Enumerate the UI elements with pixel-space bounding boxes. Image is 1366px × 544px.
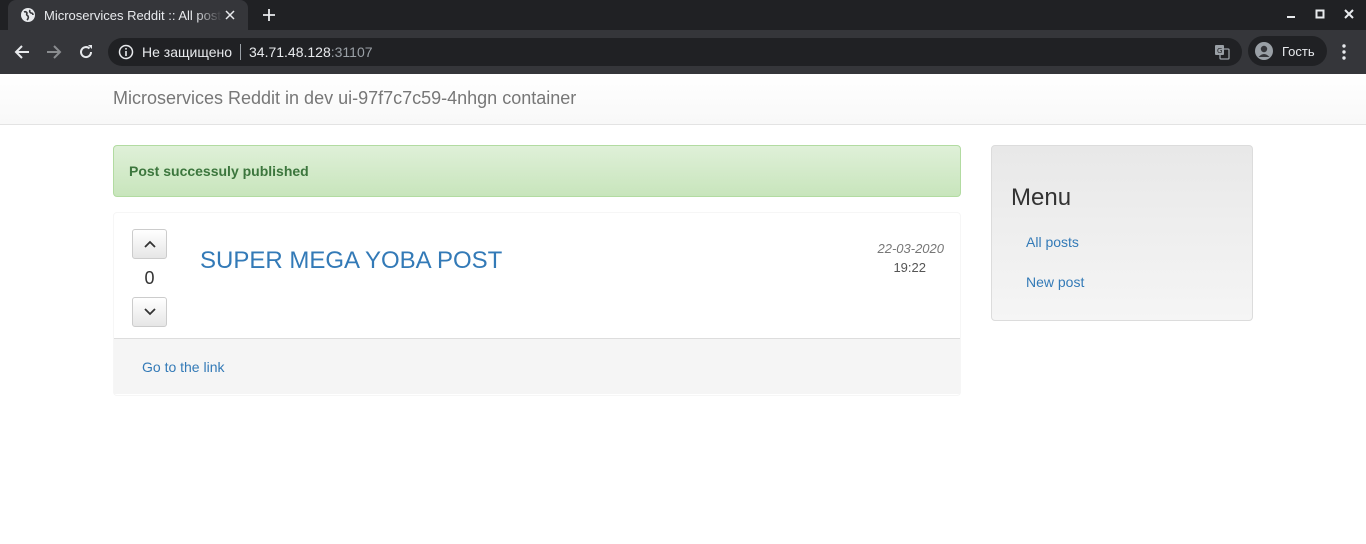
- tab-strip: Microservices Reddit :: All posts: [0, 0, 1366, 30]
- maximize-icon[interactable]: [1309, 4, 1331, 24]
- translate-icon[interactable]: G: [1214, 44, 1230, 60]
- site-navbar: Microservices Reddit in dev ui-97f7c7c59…: [0, 74, 1366, 125]
- sidebar-menu: Menu All posts New post: [991, 145, 1253, 321]
- post-footer: Go to the link: [114, 338, 960, 394]
- success-alert: Post successuly published: [113, 145, 961, 197]
- reload-icon[interactable]: [73, 39, 99, 65]
- plus-icon[interactable]: [258, 4, 280, 26]
- url-host: 34.71.48.128: [249, 44, 331, 60]
- post-date: 22-03-2020: [877, 241, 945, 256]
- svg-text:G: G: [1217, 47, 1222, 55]
- browser-tab[interactable]: Microservices Reddit :: All posts: [8, 0, 248, 30]
- browser-toolbar: Не защищено 34.71.48.128:31107 G Гость: [0, 30, 1366, 74]
- forward-icon[interactable]: [41, 39, 67, 65]
- downvote-button[interactable]: [132, 297, 167, 327]
- back-icon[interactable]: [9, 39, 35, 65]
- info-icon[interactable]: [118, 44, 134, 60]
- more-icon[interactable]: [1334, 39, 1354, 65]
- post-card: 0 SUPER MEGA YOBA POST 22-03-2020 19:22 …: [113, 212, 961, 396]
- menu-title: Menu: [1011, 184, 1072, 211]
- security-label: Не защищено: [142, 44, 232, 60]
- omnibox-divider: [240, 44, 241, 60]
- chevron-down-icon: [143, 308, 156, 316]
- post-title-link[interactable]: SUPER MEGA YOBA POST: [200, 247, 502, 275]
- window-close-icon[interactable]: [1338, 4, 1360, 24]
- go-to-link[interactable]: Go to the link: [142, 359, 225, 375]
- chevron-up-icon: [143, 240, 156, 248]
- vote-count: 0: [144, 268, 155, 288]
- minimize-icon[interactable]: [1280, 4, 1302, 24]
- profile-button[interactable]: Гость: [1248, 36, 1327, 66]
- site-brand-link[interactable]: Microservices Reddit in dev ui-97f7c7c59…: [113, 88, 576, 109]
- globe-icon: [21, 8, 35, 22]
- close-icon[interactable]: [222, 7, 238, 23]
- post-time: 19:22: [893, 260, 926, 275]
- upvote-button[interactable]: [132, 229, 167, 259]
- menu-item-all-posts[interactable]: All posts: [1026, 234, 1079, 250]
- menu-item-new-post[interactable]: New post: [1026, 274, 1084, 290]
- tab-title: Microservices Reddit :: All posts: [44, 7, 222, 23]
- url-port: :31107: [330, 44, 373, 60]
- address-bar[interactable]: Не защищено 34.71.48.128:31107 G: [108, 38, 1242, 66]
- profile-label: Гость: [1282, 43, 1315, 59]
- avatar-icon: [1255, 42, 1273, 60]
